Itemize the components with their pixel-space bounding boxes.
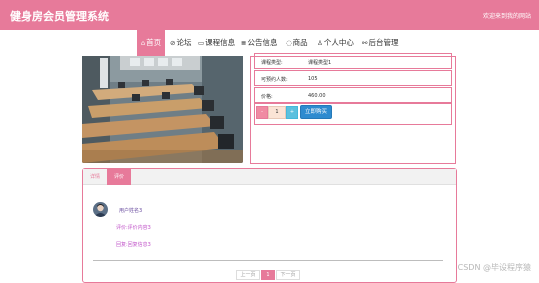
tab-bar: 详情 评价 bbox=[83, 169, 456, 185]
detail-panel: 详情 评价 用户姓名3 评价:评价内容3 回复:回复信息3 bbox=[82, 168, 457, 283]
course-icon: ▭ bbox=[198, 39, 205, 47]
quantity-decrease-button[interactable]: - bbox=[256, 106, 268, 119]
nav-label-home: 首页 bbox=[146, 38, 162, 47]
avatar bbox=[93, 202, 108, 217]
pagination-next[interactable]: 下一页 bbox=[276, 270, 300, 280]
nav-label-forum: 论坛 bbox=[176, 38, 192, 47]
comment-content: 评价:评价内容3 bbox=[116, 225, 151, 231]
nav-item-home[interactable]: ⌂首页 bbox=[137, 30, 166, 56]
price-label: 价格: bbox=[261, 94, 273, 100]
welcome-text: 欢迎来到我的网站 bbox=[482, 13, 531, 20]
buy-now-button[interactable]: 立即购买 bbox=[300, 105, 332, 119]
course-type-row: 课程类型: 课程类型1 bbox=[254, 53, 452, 69]
course-type-label: 课程类型: bbox=[261, 60, 283, 66]
comment-reply: 回复:回复信息3 bbox=[116, 242, 151, 248]
quantity-input[interactable]: 1 bbox=[268, 106, 286, 119]
nav-label-goods: 商品 bbox=[292, 38, 308, 47]
course-image bbox=[82, 56, 243, 163]
notice-icon: ≣ bbox=[241, 39, 247, 47]
site-title: 健身房会员管理系统 bbox=[10, 10, 109, 23]
forum-icon: ⊘ bbox=[170, 39, 176, 47]
capacity-row: 可预约人数: 105 bbox=[254, 70, 452, 86]
nav-item-forum[interactable]: ⊘论坛 bbox=[170, 30, 191, 56]
nav-label-admin: 后台管理 bbox=[368, 38, 399, 47]
nav-label-courses: 课程信息 bbox=[205, 38, 236, 47]
pagination-page-1[interactable]: 1 bbox=[261, 270, 275, 280]
nav-item-courses[interactable]: ▭课程信息 bbox=[198, 30, 235, 56]
watermark: CSDN @毕设程序猿 bbox=[457, 263, 531, 272]
home-icon: ⌂ bbox=[141, 39, 146, 47]
comment-user-name: 用户姓名3 bbox=[119, 208, 143, 214]
link-icon: ⚯ bbox=[362, 39, 368, 47]
user-icon: ♙ bbox=[317, 39, 323, 47]
capacity-label: 可预约人数: bbox=[261, 77, 288, 83]
price-row: 价格: 460.00 bbox=[254, 87, 452, 103]
site-header: 健身房会员管理系统 欢迎来到我的网站 bbox=[0, 0, 539, 30]
price-value: 460.00 bbox=[308, 93, 326, 99]
divider bbox=[93, 260, 443, 261]
quantity-increase-button[interactable]: + bbox=[286, 106, 298, 119]
tab-comment[interactable]: 评价 bbox=[107, 169, 131, 185]
nav-label-notices: 公告信息 bbox=[247, 38, 278, 47]
course-type-value: 课程类型1 bbox=[308, 60, 332, 66]
tab-detail[interactable]: 详情 bbox=[83, 169, 107, 185]
pagination-prev[interactable]: 上一页 bbox=[236, 270, 260, 280]
capacity-value: 105 bbox=[308, 76, 318, 82]
goods-icon: ◌ bbox=[286, 39, 292, 47]
nav-label-profile: 个人中心 bbox=[323, 38, 354, 47]
